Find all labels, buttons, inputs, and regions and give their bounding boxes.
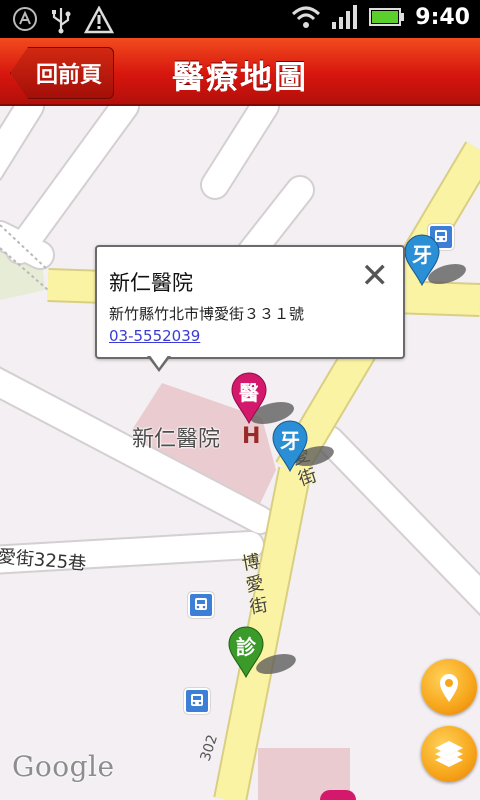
callout-address: 新竹縣竹北市博愛街３３１號 (109, 305, 305, 323)
callout-tail-inner (149, 354, 169, 368)
map-base (0, 106, 480, 800)
location-pin-icon (440, 674, 458, 702)
map-view[interactable]: 新仁醫院 H 愛街325巷 博愛街 博愛街 302 醫 牙 牙 診 Google (0, 106, 480, 800)
locate-button[interactable] (421, 659, 477, 715)
hospital-h-icon: H (242, 424, 261, 449)
layers-button[interactable] (421, 726, 477, 782)
hospital-pin[interactable]: 醫 (231, 372, 267, 425)
dentist-pin-label: 牙 (280, 429, 300, 453)
status-bar: 9:40 (0, 0, 480, 38)
bus-stop-icon[interactable] (184, 688, 210, 714)
hospital-pin-label: 醫 (239, 381, 259, 405)
page-title: 醫療地圖 (171, 58, 308, 96)
wifi-icon (292, 6, 321, 28)
status-left-icons (12, 6, 114, 34)
clinic-pin[interactable]: 診 (228, 626, 264, 679)
callout-title: 新仁醫院 (109, 271, 193, 295)
warning-icon (84, 6, 114, 34)
status-time: 9:40 (415, 4, 470, 30)
info-callout[interactable]: 新仁醫院 新竹縣竹北市博愛街３３１號 03-5552039 ✕ (95, 245, 405, 359)
close-icon[interactable]: ✕ (361, 259, 390, 293)
bus-stop-icon[interactable] (188, 592, 214, 618)
title-bar: 回前頁 醫療地圖 (0, 38, 480, 106)
clinic-pin-label: 診 (236, 635, 256, 659)
signal-icon (332, 5, 358, 29)
dentist-pin[interactable]: 牙 (272, 420, 308, 473)
dentist-pin-label: 牙 (412, 243, 432, 267)
partial-pin[interactable] (320, 790, 356, 800)
status-right-icons: 9:40 (291, 4, 470, 30)
map-place-label: 新仁醫院 (132, 427, 221, 452)
google-attribution: Google (12, 750, 115, 783)
alert-app-icon (13, 7, 37, 31)
callout-phone-link[interactable]: 03-5552039 (109, 327, 200, 345)
usb-icon (52, 8, 71, 34)
battery-icon (369, 8, 405, 26)
dentist-pin[interactable]: 牙 (404, 234, 440, 287)
layers-icon (435, 741, 463, 767)
